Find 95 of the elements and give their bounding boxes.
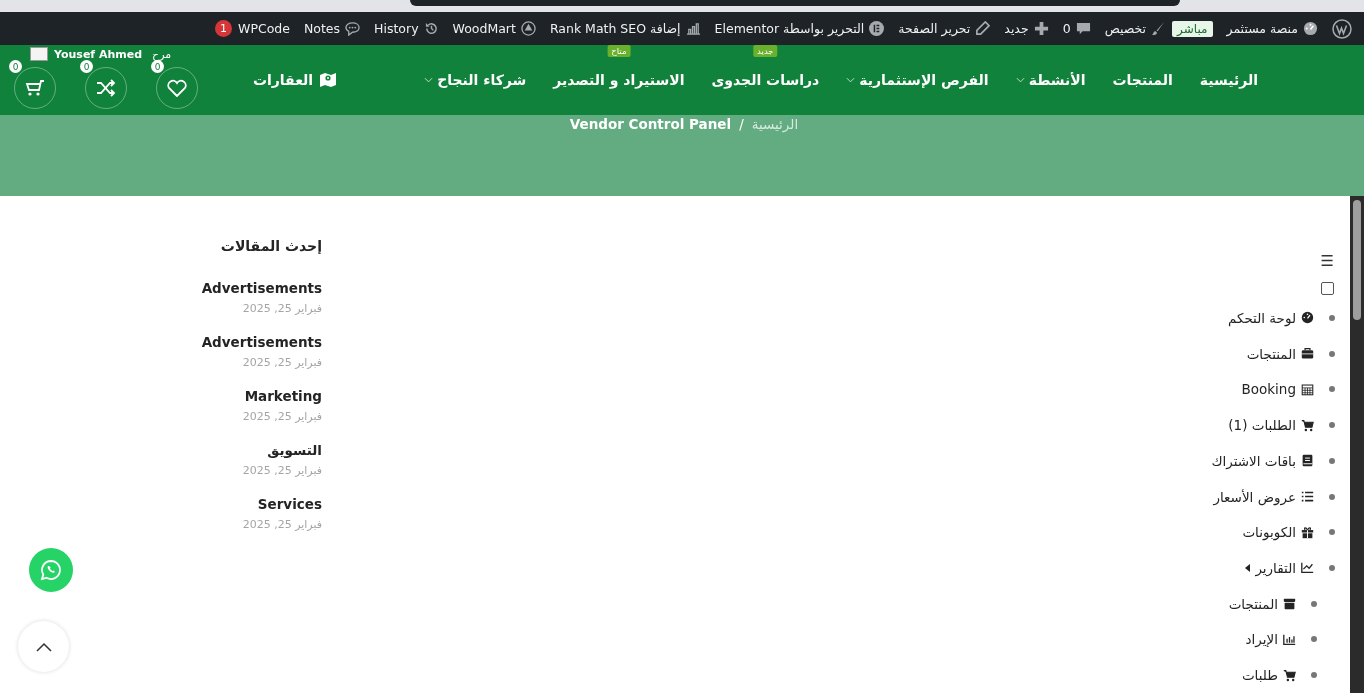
nav-link[interactable]: العقارات: [252, 72, 314, 88]
calendar-icon: [1301, 382, 1314, 396]
user-name[interactable]: Yousef Ahmed: [54, 47, 143, 61]
nav-link[interactable]: الرئيسية: [1199, 72, 1258, 88]
menu-link[interactable]: الإيراد: [1245, 631, 1278, 648]
bullet-icon: [1329, 386, 1335, 393]
admin-bar-item[interactable]: History: [374, 21, 419, 36]
phone-bubble-icon: [39, 558, 63, 582]
bullet-icon: [1311, 636, 1317, 643]
user-greeting: مرح: [152, 47, 172, 61]
plus-icon: [1033, 21, 1049, 36]
menu-link[interactable]: طلبات: [1241, 667, 1278, 684]
bar-chart-icon: [1283, 632, 1296, 646]
wordpress-logo-icon[interactable]: [1332, 18, 1352, 39]
post-title-link[interactable]: Services: [162, 496, 322, 512]
breadcrumb-current: Vendor Control Panel: [569, 116, 732, 134]
shuffle-icon: [96, 79, 116, 97]
map-icon: [319, 72, 338, 88]
list-icon: [1301, 490, 1314, 503]
nav-link[interactable]: المنتجات: [1112, 72, 1173, 88]
book-icon: [1301, 454, 1314, 468]
admin-bar-item[interactable]: WoodMart: [452, 21, 516, 36]
admin-bar-item[interactable]: 0: [1062, 21, 1071, 36]
post-title-link[interactable]: التسويق: [162, 442, 322, 458]
tree-icon: [520, 21, 536, 36]
menu-badge: متاح: [607, 45, 631, 57]
bullet-icon: [1329, 457, 1335, 464]
post-title-link[interactable]: Marketing: [162, 388, 322, 404]
line-chart-icon: [1301, 561, 1314, 575]
menu-link[interactable]: لوحة التحكم: [1227, 309, 1296, 326]
elementor-icon: [869, 21, 885, 36]
checkbox[interactable]: [1321, 282, 1334, 295]
menu-link[interactable]: Booking: [1241, 381, 1296, 398]
admin-bar-item[interactable]: منصة مستثمر: [1226, 21, 1298, 36]
post-date: فبراير 25, 2025: [241, 356, 322, 369]
gift-icon: [1301, 525, 1314, 539]
post-date: فبراير 25, 2025: [241, 410, 322, 423]
box-icon: [1283, 597, 1296, 611]
bullet-icon: [1329, 422, 1335, 429]
menu-link[interactable]: الطلبات (1): [1228, 417, 1296, 434]
gauge-icon: [1303, 21, 1318, 36]
history-icon: [423, 21, 439, 36]
bullet-icon: [1311, 672, 1317, 679]
admin-bar-item[interactable]: WPCode: [238, 21, 290, 36]
post-title-link[interactable]: Advertisements: [162, 334, 322, 350]
cart-icon: [1283, 668, 1296, 682]
menu-icon[interactable]: ☰: [1320, 251, 1334, 271]
cart-icon: [1301, 418, 1314, 432]
chart-icon: [685, 21, 701, 36]
nav-link[interactable]: الأنشطة: [1028, 72, 1086, 88]
widget-title: إحدث المقالات: [219, 238, 322, 254]
menu-link[interactable]: المنتجات: [1246, 345, 1296, 362]
admin-bar-item[interactable]: التحرير بواسطة Elementor: [714, 21, 865, 36]
admin-bar-item[interactable]: إضافة Rank Math SEO: [549, 21, 681, 36]
bullet-icon: [1329, 314, 1335, 321]
cart-count: 0: [9, 60, 22, 73]
nav-link[interactable]: دراسات الجدوى: [711, 72, 820, 88]
notification-count: 1: [215, 20, 233, 37]
nav-link[interactable]: الفرص الإستثمارية: [859, 72, 989, 88]
bullet-icon: [1329, 529, 1335, 536]
post-date: فبراير 25, 2025: [241, 464, 322, 477]
comment-icon: [1075, 21, 1091, 36]
gauge-icon: [1301, 311, 1314, 325]
menu-link[interactable]: التقارير: [1255, 560, 1296, 576]
live-badge[interactable]: مباشر: [1172, 20, 1213, 37]
post-date: فبراير 25, 2025: [241, 302, 322, 315]
nav-link[interactable]: الاستيراد و التصدير: [553, 72, 685, 88]
heart-icon: [167, 79, 187, 97]
caret-icon: [1245, 564, 1251, 572]
scrollbar[interactable]: [1350, 196, 1364, 693]
admin-bar-item[interactable]: جديد: [1004, 21, 1029, 36]
bullet-icon: [1311, 600, 1317, 607]
wishlist-count: 0: [151, 60, 164, 73]
admin-bar-item[interactable]: Notes: [303, 21, 341, 36]
breadcrumb-separator: /: [739, 116, 744, 134]
post-title-link[interactable]: Advertisements: [162, 280, 322, 296]
bullet-icon: [1329, 493, 1335, 500]
admin-bar-item[interactable]: تخصيص: [1104, 21, 1147, 36]
menu-link[interactable]: عروض الأسعار: [1213, 488, 1296, 505]
briefcase-icon: [1301, 347, 1314, 361]
cart-icon: [25, 79, 45, 97]
bullet-icon: [1329, 350, 1335, 357]
avatar-placeholder: [30, 47, 48, 61]
chevron-up-icon: [35, 641, 52, 652]
nav-link[interactable]: شركاء النجاح: [437, 72, 527, 88]
compare-count: 0: [80, 60, 93, 73]
admin-bar-item[interactable]: تحرير الصفحة: [898, 21, 971, 36]
menu-link[interactable]: باقات الاشتراك: [1211, 452, 1296, 469]
menu-link[interactable]: المنتجات: [1228, 595, 1278, 612]
post-date: فبراير 25, 2025: [241, 518, 322, 531]
speech-bubble-icon: [345, 21, 361, 36]
pencil-icon: [975, 21, 991, 36]
menu-badge: جديد: [753, 45, 778, 57]
bullet-icon: [1329, 565, 1335, 571]
menu-link[interactable]: الكوبونات: [1242, 524, 1296, 541]
